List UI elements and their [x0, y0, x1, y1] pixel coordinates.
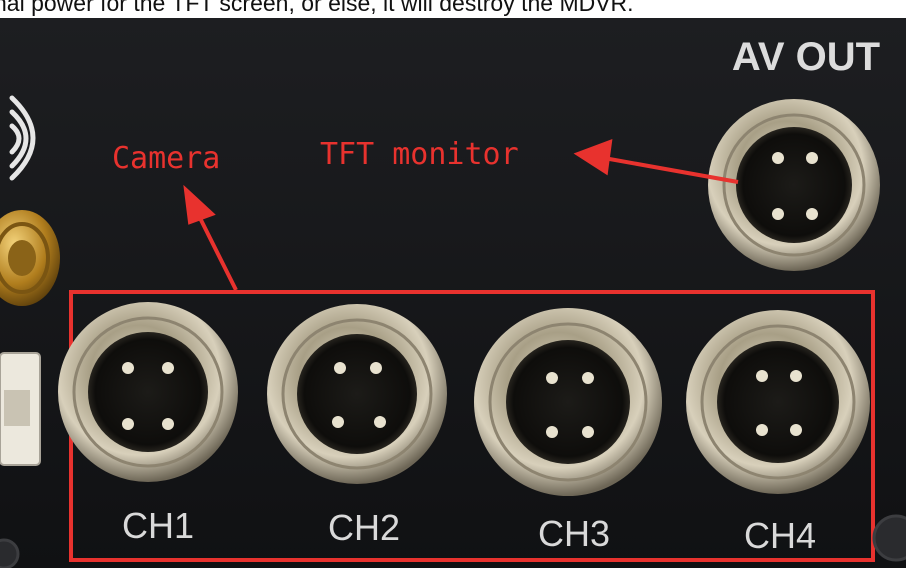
ch3-label: CH3 — [538, 513, 610, 554]
mdvr-panel-photo: AV OUT Camera TFT monitor CH1 CH2 CH3 CH… — [0, 18, 906, 568]
caption-text: nal power for the TFT screen, or else, i… — [0, 0, 906, 20]
ch2-connector — [267, 304, 447, 484]
ch4-label: CH4 — [744, 515, 816, 556]
ch1-label: CH1 — [122, 505, 194, 546]
ch3-connector — [474, 308, 662, 496]
av-out-connector — [708, 99, 880, 271]
camera-annotation: Camera — [112, 141, 220, 176]
ch1-connector — [58, 302, 238, 482]
screw-bottom-right — [872, 514, 906, 562]
screw-bottom-left — [0, 538, 20, 568]
ch4-connector — [686, 310, 870, 494]
av-out-label: AV OUT — [732, 35, 880, 79]
ch2-label: CH2 — [328, 507, 400, 548]
caption-line: nal power for the TFT screen, or else, i… — [0, 0, 634, 16]
side-port — [0, 352, 41, 466]
tft-monitor-annotation: TFT monitor — [320, 137, 519, 172]
